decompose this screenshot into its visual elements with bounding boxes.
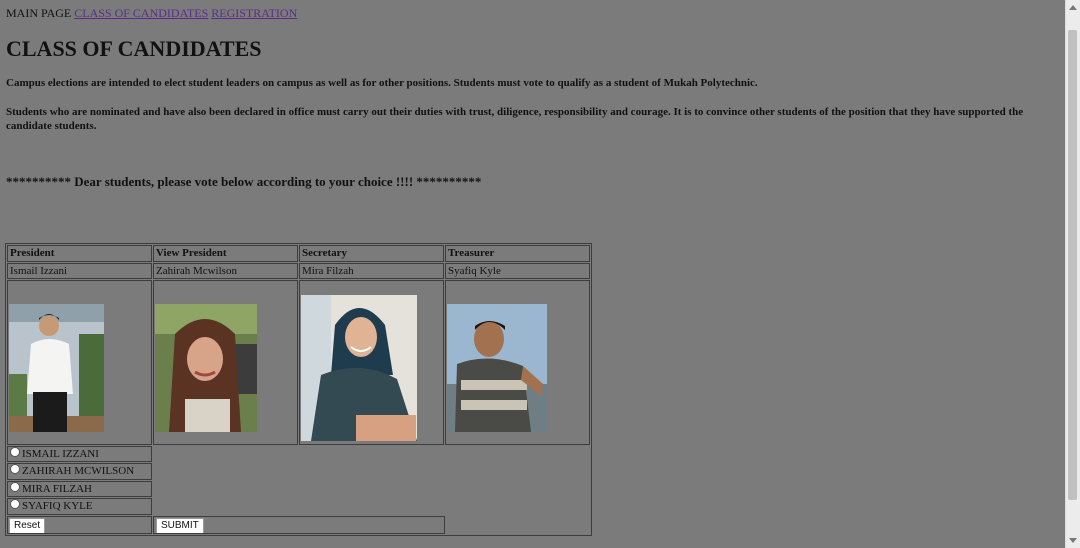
photo-cell-view-president xyxy=(153,280,298,445)
scroll-down-arrow-icon[interactable] xyxy=(1069,538,1077,543)
header-president: President xyxy=(7,245,152,262)
intro-paragraph-2: Students who are nominated and have also… xyxy=(6,106,1024,132)
page-title: CLASS OF CANDIDATES xyxy=(6,36,262,61)
vote-option-syafiq-kyle[interactable]: SYAFIQ KYLE xyxy=(7,498,152,515)
vote-option-mira-filzah[interactable]: MIRA FILZAH xyxy=(7,481,152,497)
header-secretary: Secretary xyxy=(299,245,444,262)
photo-cell-president xyxy=(7,280,152,445)
vote-banner: ********** Dear students, please vote be… xyxy=(6,174,482,189)
page: MAIN PAGE CLASS OF CANDIDATES REGISTRATI… xyxy=(0,0,1066,548)
photo-cell-treasurer xyxy=(445,280,590,445)
nav-registration-link[interactable]: REGISTRATION xyxy=(211,6,297,20)
submit-cell: SUBMIT xyxy=(153,516,445,534)
candidate-photo-president xyxy=(9,304,104,432)
candidate-photo-view-president xyxy=(155,304,257,432)
radio-mira-filzah[interactable] xyxy=(10,482,20,492)
top-nav: MAIN PAGE CLASS OF CANDIDATES REGISTRATI… xyxy=(6,6,297,21)
vote-label: ISMAIL IZZANI xyxy=(22,448,99,460)
nav-main-page: MAIN PAGE xyxy=(6,6,72,20)
reset-button[interactable]: Reset xyxy=(9,518,46,533)
nav-class-of-candidates-link[interactable]: CLASS OF CANDIDATES xyxy=(74,6,208,20)
radio-ismail-izzani[interactable] xyxy=(10,447,20,457)
vote-label: SYAFIQ KYLE xyxy=(22,500,93,512)
header-view-president: View President xyxy=(153,245,298,262)
intro-paragraph-1: Campus elections are intended to elect s… xyxy=(6,77,758,89)
scroll-up-arrow-icon[interactable] xyxy=(1069,5,1077,10)
candidate-table: President View President Secretary Treas… xyxy=(5,243,592,536)
photo-cell-secretary xyxy=(299,280,444,445)
submit-button[interactable]: SUBMIT xyxy=(156,518,204,533)
vote-option-zahirah-mcwilson[interactable]: ZAHIRAH MCWILSON xyxy=(7,463,152,480)
name-president: Ismail Izzani xyxy=(7,263,152,279)
scrollbar-thumb[interactable] xyxy=(1068,30,1077,500)
name-secretary: Mira Filzah xyxy=(299,263,444,279)
candidate-photo-treasurer xyxy=(447,304,547,432)
vote-option-ismail-izzani[interactable]: ISMAIL IZZANI xyxy=(7,446,152,462)
vote-label: MIRA FILZAH xyxy=(22,483,92,495)
header-treasurer: Treasurer xyxy=(445,245,590,262)
vertical-scrollbar[interactable] xyxy=(1065,0,1080,548)
vote-label: ZAHIRAH MCWILSON xyxy=(22,465,135,477)
candidate-photo-secretary xyxy=(301,295,417,441)
radio-zahirah-mcwilson[interactable] xyxy=(10,464,20,474)
name-view-president: Zahirah Mcwilson xyxy=(153,263,298,279)
name-treasurer: Syafiq Kyle xyxy=(445,263,590,279)
reset-cell: Reset xyxy=(7,516,152,534)
radio-syafiq-kyle[interactable] xyxy=(10,499,20,509)
